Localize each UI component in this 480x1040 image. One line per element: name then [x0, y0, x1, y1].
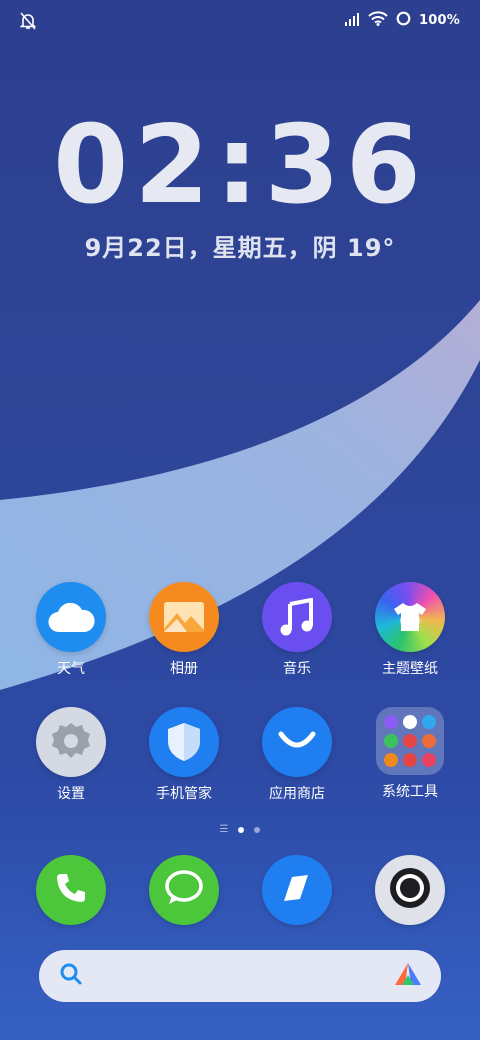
app-settings[interactable]: 设置 [16, 707, 126, 803]
app-music[interactable]: 音乐 [242, 582, 352, 678]
app-label: 主题壁纸 [382, 661, 438, 677]
weather-icon [36, 582, 106, 652]
compass-icon [280, 871, 314, 909]
notifications-muted-icon [19, 12, 37, 34]
search-bar[interactable] [39, 950, 441, 1002]
music-note-icon [262, 582, 332, 652]
status-bar: 100% [0, 0, 480, 42]
settings-gear-icon [36, 707, 106, 777]
app-store[interactable]: 应用商店 [242, 707, 352, 803]
dock-messages[interactable] [149, 855, 219, 925]
app-folder-system-tools[interactable]: 系统工具 [355, 707, 465, 801]
folder-icon [376, 707, 444, 775]
dock-phone[interactable] [36, 855, 106, 925]
date-weather[interactable]: 9月22日，星期五，阴 19° [0, 228, 480, 263]
app-label: 应用商店 [269, 786, 325, 802]
phone-icon [54, 871, 88, 909]
page-dot [238, 827, 245, 833]
app-label: 系统工具 [382, 784, 438, 800]
assistant-logo-icon[interactable] [393, 961, 423, 991]
tshirt-icon [375, 582, 445, 652]
dock-browser[interactable] [262, 855, 332, 925]
search-icon[interactable] [59, 962, 83, 990]
page-list-icon: ☰ [219, 824, 229, 835]
signal-icon [344, 11, 360, 30]
search-input[interactable] [95, 966, 393, 986]
app-label: 设置 [57, 786, 85, 802]
dock-camera[interactable] [375, 855, 445, 925]
app-phone-manager[interactable]: 手机管家 [129, 707, 239, 803]
shield-icon [149, 707, 219, 777]
app-weather[interactable]: 天气 [16, 582, 126, 678]
gallery-icon [149, 582, 219, 652]
app-label: 音乐 [283, 661, 311, 677]
clock-time[interactable]: 02:36 [0, 112, 480, 220]
page-indicator[interactable]: ☰ [0, 825, 480, 835]
wifi-icon [368, 11, 388, 30]
camera-icon [388, 866, 432, 914]
app-store-icon [262, 707, 332, 777]
battery-icon [396, 11, 411, 30]
app-label: 相册 [170, 661, 198, 677]
app-label: 天气 [57, 661, 85, 677]
battery-percentage: 100% [419, 13, 460, 28]
messages-icon [164, 869, 204, 911]
app-label: 手机管家 [156, 786, 212, 802]
app-themes[interactable]: 主题壁纸 [355, 582, 465, 678]
page-dot [254, 827, 261, 833]
app-gallery[interactable]: 相册 [129, 582, 239, 678]
